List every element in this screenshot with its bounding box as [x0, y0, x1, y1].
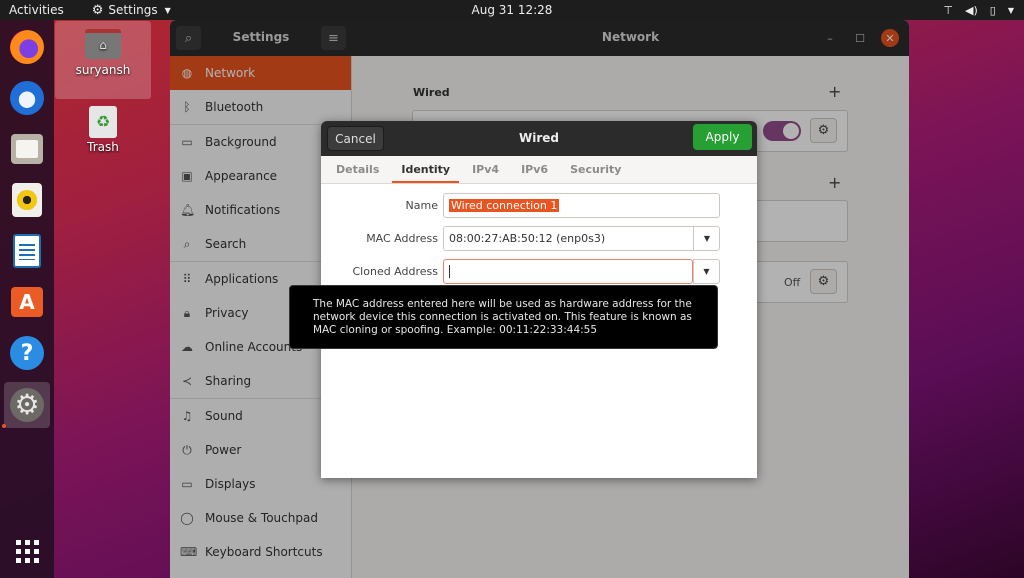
- desktop-home-label: suryansh: [75, 63, 131, 77]
- dock-firefox[interactable]: [4, 24, 50, 70]
- app-menu[interactable]: ⚙ Settings ▼: [92, 3, 171, 18]
- software-store-icon: A: [11, 287, 43, 317]
- tab-ipv4[interactable]: IPv4: [463, 156, 508, 183]
- running-indicator: [2, 424, 6, 428]
- app-menu-label: Settings: [108, 3, 158, 17]
- desktop-trash-label: Trash: [87, 140, 119, 154]
- rhythmbox-icon: [12, 183, 42, 217]
- home-folder-icon: ⌂: [85, 29, 121, 59]
- activities-button[interactable]: Activities: [9, 3, 64, 17]
- firefox-icon: [10, 30, 44, 64]
- tab-identity[interactable]: Identity: [392, 156, 459, 183]
- desktop-home-folder[interactable]: ⌂ suryansh: [55, 21, 151, 99]
- network-wired-icon: ⊤: [943, 3, 954, 17]
- dock-files[interactable]: [4, 126, 50, 172]
- dialog-title: Wired: [519, 131, 559, 145]
- system-tray[interactable]: ⊤ ◀) ▯ ▼: [943, 0, 1014, 20]
- cloned-address-tooltip: The MAC address entered here will be use…: [289, 285, 718, 349]
- dock-software[interactable]: A: [4, 279, 50, 325]
- dialog-tabs: Details Identity IPv4 IPv6 Security: [321, 156, 757, 184]
- tab-ipv6[interactable]: IPv6: [512, 156, 557, 183]
- name-row: Name Wired connection 1: [321, 193, 757, 218]
- desktop-trash[interactable]: ♻ Trash: [55, 106, 151, 154]
- settings-gear-icon: ⚙: [91, 2, 104, 18]
- apply-button[interactable]: Apply: [693, 124, 752, 150]
- thunderbird-icon: [10, 81, 44, 115]
- dock-settings[interactable]: ⚙: [4, 382, 50, 428]
- cloned-address-dropdown-button[interactable]: ▼: [693, 259, 720, 284]
- top-bar: Activities ⚙ Settings ▼ Aug 31 12:28 ⊤ ◀…: [0, 0, 1024, 20]
- mac-address-row: MAC Address 08:00:27:AB:50:12 (enp0s3) ▼: [321, 226, 757, 251]
- cloned-address-input[interactable]: [443, 259, 693, 284]
- clock[interactable]: Aug 31 12:28: [472, 3, 553, 17]
- chevron-down-icon: ▼: [703, 234, 711, 243]
- help-icon: ?: [10, 336, 44, 370]
- mac-address-dropdown-button[interactable]: ▼: [693, 226, 720, 251]
- writer-icon: [13, 234, 41, 268]
- battery-icon: ▯: [989, 3, 996, 17]
- cloned-address-row: Cloned Address ▼: [321, 259, 757, 284]
- dock-help[interactable]: ?: [4, 330, 50, 376]
- name-value: Wired connection 1: [449, 199, 560, 212]
- name-input[interactable]: Wired connection 1: [443, 193, 720, 218]
- files-icon: [11, 134, 43, 164]
- tab-details[interactable]: Details: [327, 156, 388, 183]
- system-menu-caret-icon: ▼: [1007, 5, 1014, 15]
- mac-address-value: 08:00:27:AB:50:12 (enp0s3): [449, 232, 606, 245]
- dock-rhythmbox[interactable]: [4, 177, 50, 223]
- trash-icon: ♻: [89, 106, 117, 138]
- caret-down-icon: ▼: [164, 5, 171, 15]
- tab-security[interactable]: Security: [561, 156, 630, 183]
- mac-address-combo[interactable]: 08:00:27:AB:50:12 (enp0s3): [443, 226, 720, 251]
- mac-address-label: MAC Address: [366, 232, 438, 245]
- dock-writer[interactable]: [4, 228, 50, 274]
- settings-icon: ⚙: [10, 388, 44, 422]
- cloned-address-label: Cloned Address: [352, 265, 439, 278]
- name-label: Name: [405, 199, 438, 212]
- dock-thunderbird[interactable]: [4, 75, 50, 121]
- text-cursor: [449, 265, 450, 278]
- show-applications-button[interactable]: [4, 528, 50, 574]
- chevron-down-icon: ▼: [703, 267, 710, 276]
- dialog-header: Cancel Wired Apply: [321, 121, 757, 156]
- volume-icon: ◀): [965, 3, 978, 17]
- app-grid-icon: [15, 539, 39, 563]
- dock: A ? ⚙: [0, 20, 54, 578]
